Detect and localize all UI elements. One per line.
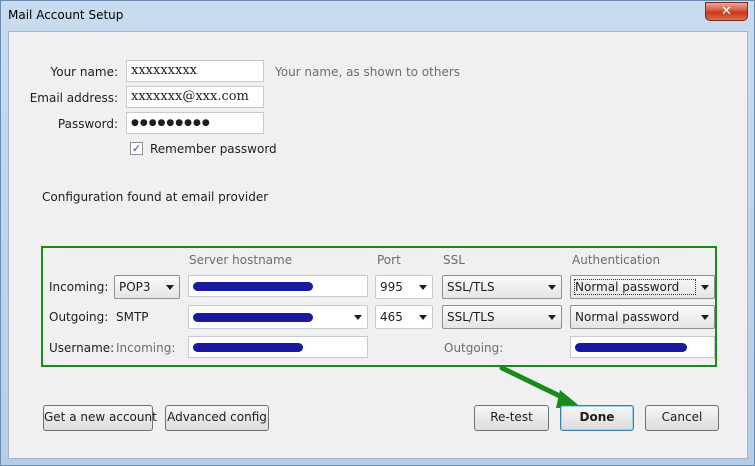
focus-ring [574,279,696,295]
outgoing-protocol: SMTP [116,310,149,324]
remember-password-label: Remember password [150,142,277,156]
incoming-auth-select[interactable]: Normal password [570,275,715,299]
outgoing-username-input[interactable] [570,336,715,358]
incoming-port-select[interactable]: 995 [375,275,433,299]
config-status-text: Configuration found at email provider [42,190,269,204]
redaction-scribble [575,343,687,352]
dialog-body: Your name: xxxxxxxxx Your name, as shown… [8,31,748,459]
incoming-label: Incoming: [49,280,109,294]
col-header-authentication: Authentication [572,253,661,267]
incoming-ssl-select[interactable]: SSL/TLS [442,275,562,299]
username-incoming-label: Incoming: [116,341,176,355]
col-header-ssl: SSL [443,253,465,267]
username-outgoing-label: Outgoing: [444,341,504,355]
incoming-username-input[interactable] [188,336,368,358]
advanced-config-button[interactable]: Advanced config [165,405,269,431]
outgoing-ssl-value: SSL/TLS [447,310,495,324]
incoming-protocol-value: POP3 [119,280,151,294]
incoming-ssl-value: SSL/TLS [447,280,495,294]
done-button[interactable]: Done [560,405,634,431]
chevron-down-icon [419,285,427,290]
col-header-port: Port [377,253,401,267]
name-label: Your name: [50,65,118,79]
password-input[interactable]: ●●●●●●●●● [126,112,264,134]
outgoing-auth-value: Normal password [575,310,680,324]
username-label: Username: [49,341,115,355]
outgoing-ssl-select[interactable]: SSL/TLS [442,305,562,329]
incoming-port-value: 995 [380,280,403,294]
redaction-scribble [193,343,303,352]
close-button[interactable]: ✕ [705,2,748,21]
password-label: Password: [57,117,118,131]
chevron-down-icon [548,315,556,320]
chevron-down-icon [548,285,556,290]
redaction-scribble [193,313,313,322]
incoming-hostname-input[interactable] [188,275,368,297]
name-hint: Your name, as shown to others [275,65,461,79]
name-input[interactable]: xxxxxxxxx [126,60,264,82]
incoming-protocol-select[interactable]: POP3 [114,275,180,299]
mail-account-setup-window: Mail Account Setup ✕ Your name: xxxxxxxx… [0,0,755,466]
title-bar: Mail Account Setup ✕ [1,1,754,31]
chevron-down-icon [166,285,174,290]
chevron-down-icon [419,315,427,320]
cancel-button[interactable]: Cancel [645,405,719,431]
retest-button[interactable]: Re-test [474,405,549,431]
redaction-scribble [193,282,313,291]
email-input[interactable]: xxxxxxx@xxx.com [126,86,264,108]
outgoing-port-value: 465 [380,310,403,324]
chevron-down-icon [701,315,709,320]
outgoing-label: Outgoing: [49,310,109,324]
outgoing-hostname-select[interactable] [188,305,368,329]
server-config-panel: Server hostname Port SSL Authentication … [41,246,717,367]
window-title: Mail Account Setup [8,8,124,22]
outgoing-port-select[interactable]: 465 [375,305,433,329]
chevron-down-icon [701,285,709,290]
email-label: Email address: [29,91,118,105]
get-new-account-button[interactable]: Get a new account [43,405,157,431]
remember-password-checkbox[interactable]: ✓ [130,142,143,155]
outgoing-auth-select[interactable]: Normal password [570,305,715,329]
col-header-hostname: Server hostname [189,253,293,267]
chevron-down-icon [354,315,362,320]
